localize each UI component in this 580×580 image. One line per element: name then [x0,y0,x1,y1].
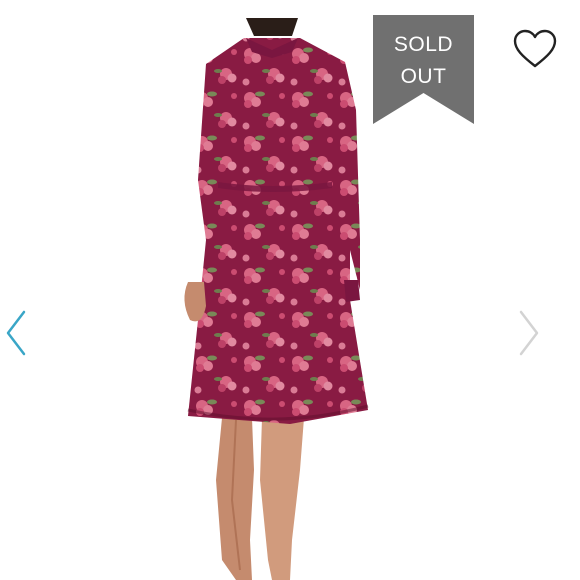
like-button[interactable] [512,28,558,70]
product-photo [184,18,369,580]
next-image-button[interactable] [516,308,542,358]
sold-out-label-sold: SOLD [393,33,454,56]
heart-outline-icon [513,29,557,68]
sold-out-badge: SOLD OUT [373,15,474,124]
chevron-left-icon [6,310,26,356]
previous-image-button[interactable] [4,308,30,358]
listing-image-viewer: SOLD OUT [0,0,580,580]
sold-out-label-out: OUT [400,65,447,88]
chevron-right-icon [519,310,539,356]
